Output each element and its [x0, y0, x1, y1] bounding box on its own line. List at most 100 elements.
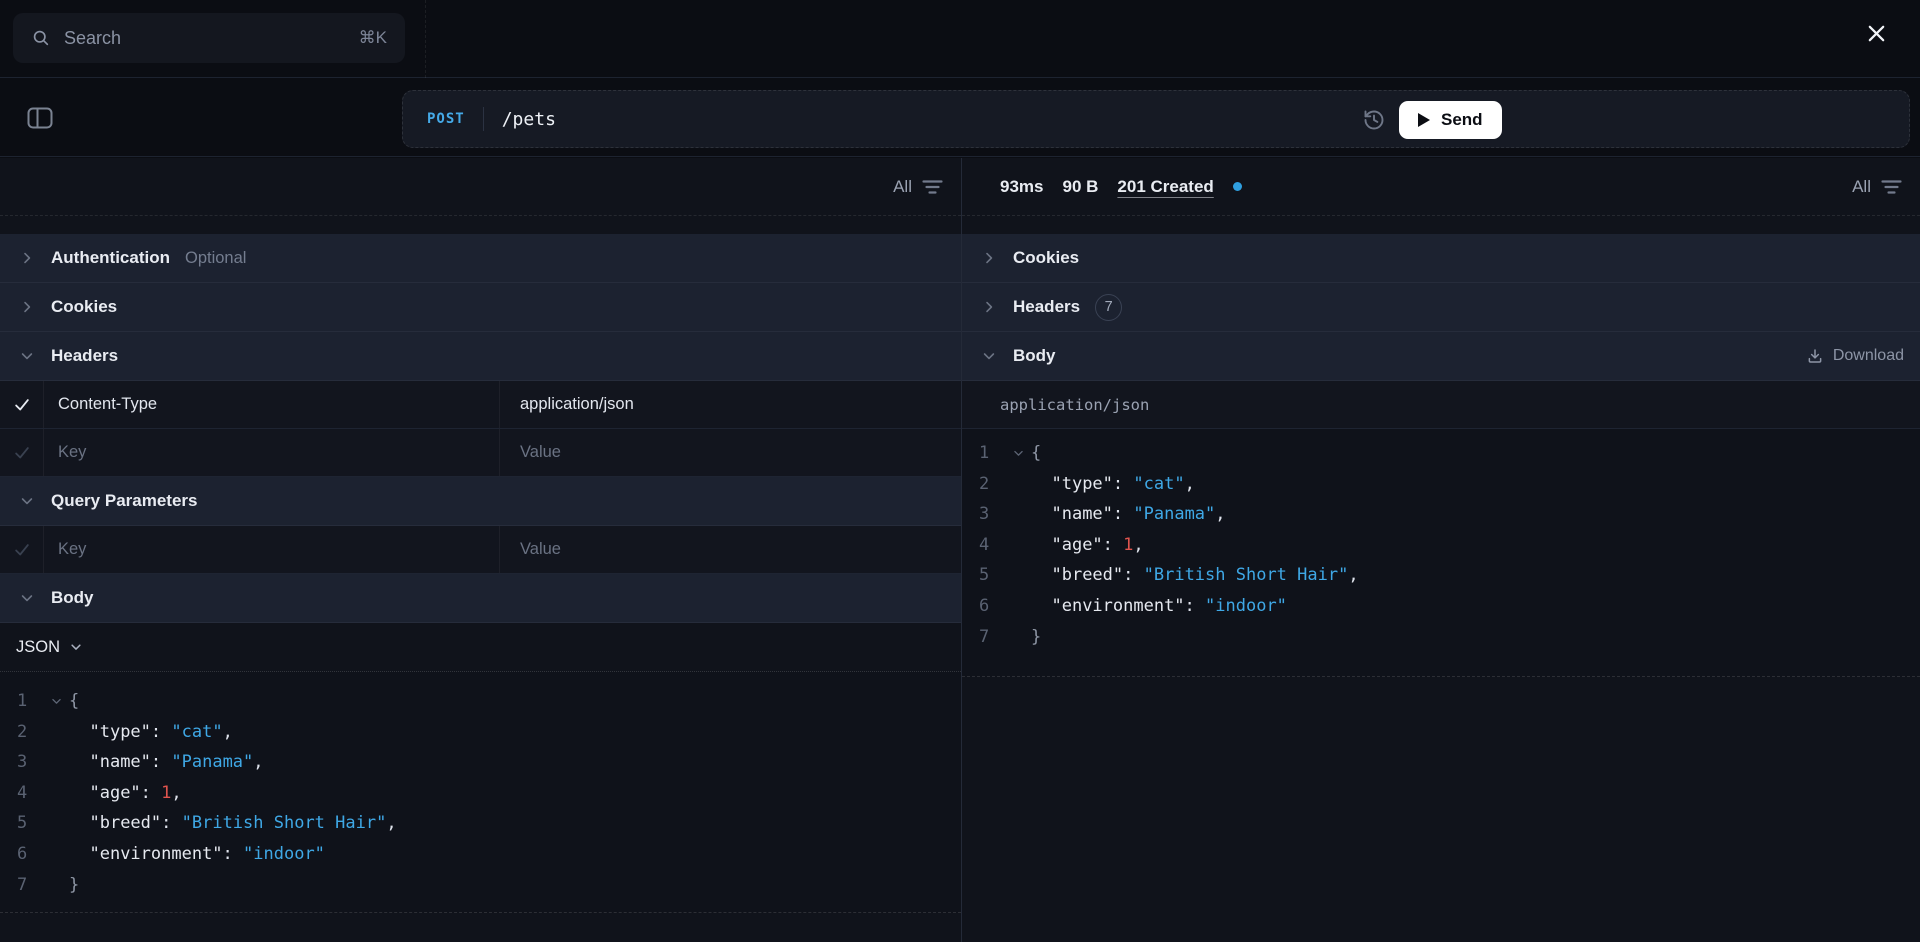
fold-chevron-icon[interactable] — [43, 686, 69, 717]
body-type-select[interactable]: JSON — [16, 638, 83, 657]
header-value-input[interactable] — [520, 443, 941, 462]
response-size: 90 B — [1062, 176, 1099, 196]
code-text: "age": 1, — [1051, 534, 1144, 555]
request-panel: All Authentication Optional Cookies Head… — [0, 158, 962, 942]
download-icon — [1806, 347, 1824, 365]
search-box[interactable]: ⌘K — [13, 13, 405, 63]
row-enabled-checkbox[interactable] — [0, 381, 44, 428]
sidebar-toggle-button[interactable] — [24, 104, 56, 132]
section-authentication[interactable]: Authentication Optional — [0, 234, 961, 283]
line-number: 4 — [17, 782, 28, 803]
play-icon — [1418, 113, 1430, 127]
chevron-right-icon — [978, 299, 1000, 315]
code-line: 7} — [0, 870, 961, 901]
section-response-headers[interactable]: Headers 7 — [962, 283, 1920, 332]
line-number: 1 — [17, 691, 28, 711]
status-dot — [1232, 182, 1242, 191]
url-input[interactable] — [501, 108, 1002, 130]
fold-chevron-icon[interactable] — [1005, 438, 1031, 469]
code-line: 3 "name": "Panama", — [962, 499, 1920, 530]
request-filter-button[interactable]: All — [893, 177, 943, 197]
chevron-down-icon — [16, 590, 38, 606]
code-text: "environment": "indoor" — [1051, 595, 1287, 616]
section-label: Headers — [1013, 297, 1081, 316]
section-suffix: Optional — [185, 248, 247, 267]
line-number: 5 — [979, 565, 990, 586]
section-headers[interactable]: Headers — [0, 332, 961, 381]
line-number: 2 — [17, 721, 28, 742]
response-filter-button[interactable]: All — [1852, 177, 1902, 197]
close-button[interactable] — [1856, 13, 1896, 53]
top-bar: ⌘K — [0, 0, 1920, 78]
line-number: 3 — [17, 752, 28, 773]
chevron-down-icon — [69, 640, 83, 654]
mime-label: application/json — [1000, 395, 1150, 414]
code-text: } — [69, 874, 80, 895]
code-line: 2 "type": "cat", — [0, 717, 961, 748]
section-response-body[interactable]: Body Download — [962, 332, 1920, 381]
line-number: 3 — [979, 504, 990, 525]
close-icon — [1865, 22, 1888, 45]
section-label: Authentication — [51, 248, 170, 267]
header-key-input[interactable] — [58, 443, 485, 462]
query-key-input[interactable] — [58, 540, 485, 559]
code-text: "environment": "indoor" — [89, 843, 325, 864]
section-response-cookies[interactable]: Cookies — [962, 234, 1920, 283]
chevron-down-icon — [16, 493, 38, 509]
row-enabled-checkbox[interactable] — [0, 429, 44, 476]
search-shortcut: ⌘K — [358, 28, 387, 47]
request-bar: POST Send — [0, 78, 1920, 157]
line-number: 7 — [979, 626, 990, 647]
code-line: 5 "breed": "British Short Hair", — [0, 808, 961, 839]
section-label: Body — [51, 588, 94, 607]
method-divider — [482, 107, 484, 131]
response-body-viewer[interactable]: 1{2 "type": "cat", 3 "name": "Panama", 4 "… — [962, 429, 1920, 677]
filter-icon — [922, 179, 943, 195]
code-text: "age": 1, — [89, 782, 182, 803]
send-button[interactable]: Send — [1399, 101, 1502, 139]
code-line: 1{ — [0, 686, 961, 717]
code-line: 1{ — [962, 438, 1920, 469]
http-method-badge[interactable]: POST — [427, 111, 465, 127]
section-query-parameters[interactable]: Query Parameters — [0, 477, 961, 526]
body-type-label: JSON — [16, 637, 61, 656]
response-mime-type: application/json — [962, 381, 1920, 429]
code-text: } — [1031, 626, 1042, 647]
line-number: 2 — [979, 473, 990, 494]
header-value-input[interactable] — [520, 395, 941, 414]
filter-label: All — [893, 176, 912, 196]
chevron-down-icon — [16, 348, 38, 364]
section-cookies[interactable]: Cookies — [0, 283, 961, 332]
chevron-right-icon — [16, 299, 38, 315]
response-status-link[interactable]: 201 Created — [1117, 177, 1213, 197]
topbar-divider — [425, 0, 426, 78]
code-line: 6 "environment": "indoor" — [0, 839, 961, 870]
code-line: 6 "environment": "indoor" — [962, 591, 1920, 622]
code-text: "breed": "British Short Hair", — [89, 813, 397, 834]
header-key-input[interactable] — [58, 395, 485, 414]
download-button[interactable]: Download — [1806, 347, 1904, 365]
row-enabled-checkbox[interactable] — [0, 526, 44, 573]
search-input[interactable] — [64, 27, 346, 49]
address-bar: POST Send — [402, 90, 1910, 148]
code-text: { — [1031, 443, 1042, 463]
download-label: Download — [1832, 347, 1904, 364]
chevron-right-icon — [16, 250, 38, 266]
history-button[interactable] — [1359, 105, 1389, 135]
code-text: "type": "cat", — [1051, 473, 1195, 494]
request-body-editor[interactable]: 1{2 "type": "cat", 3 "name": "Panama", 4 "… — [0, 672, 961, 913]
content-panels: All Authentication Optional Cookies Head… — [0, 158, 1920, 942]
query-value-input[interactable] — [520, 540, 941, 559]
section-label: Headers — [51, 346, 119, 365]
request-filter-row: All — [0, 158, 961, 216]
query-row-empty — [0, 526, 961, 574]
section-body[interactable]: Body — [0, 574, 961, 623]
